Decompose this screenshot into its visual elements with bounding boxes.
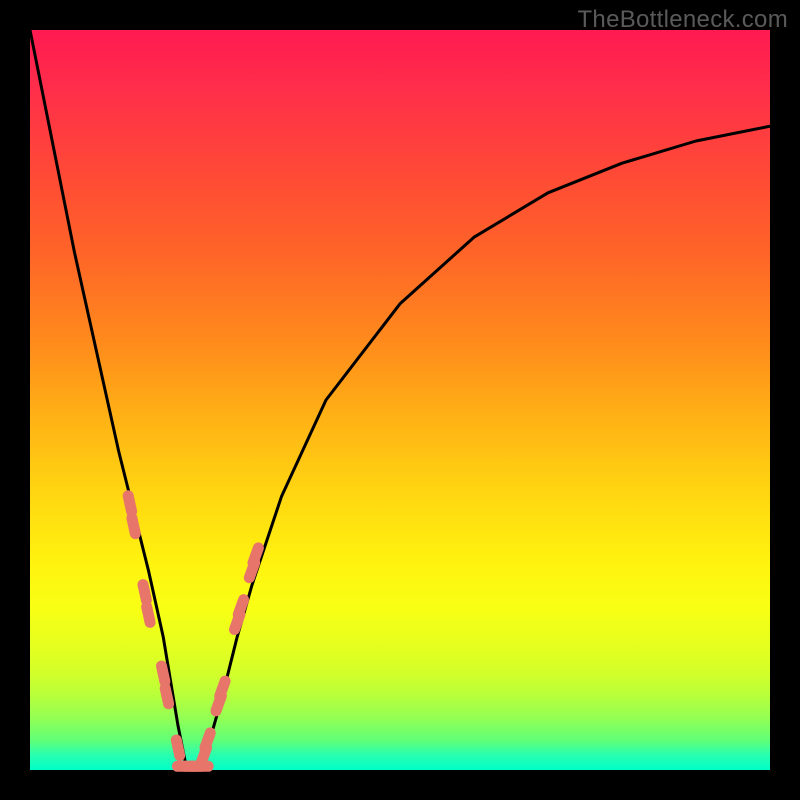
marker-pill [132, 518, 135, 534]
outer-frame: TheBottleneck.com [0, 0, 800, 800]
marker-pill [162, 666, 165, 682]
marker-pill [128, 496, 131, 512]
marker-pill [220, 681, 225, 696]
marker-pill [238, 600, 243, 615]
curve-path [30, 30, 770, 770]
marker-pill [165, 688, 168, 704]
marker-pill [143, 585, 146, 601]
bottleneck-curve [30, 30, 770, 770]
chart-area [30, 30, 770, 770]
marker-pill [147, 607, 150, 623]
marker-pill [176, 740, 179, 756]
marker-pill [253, 548, 258, 563]
marker-pill [205, 733, 210, 748]
